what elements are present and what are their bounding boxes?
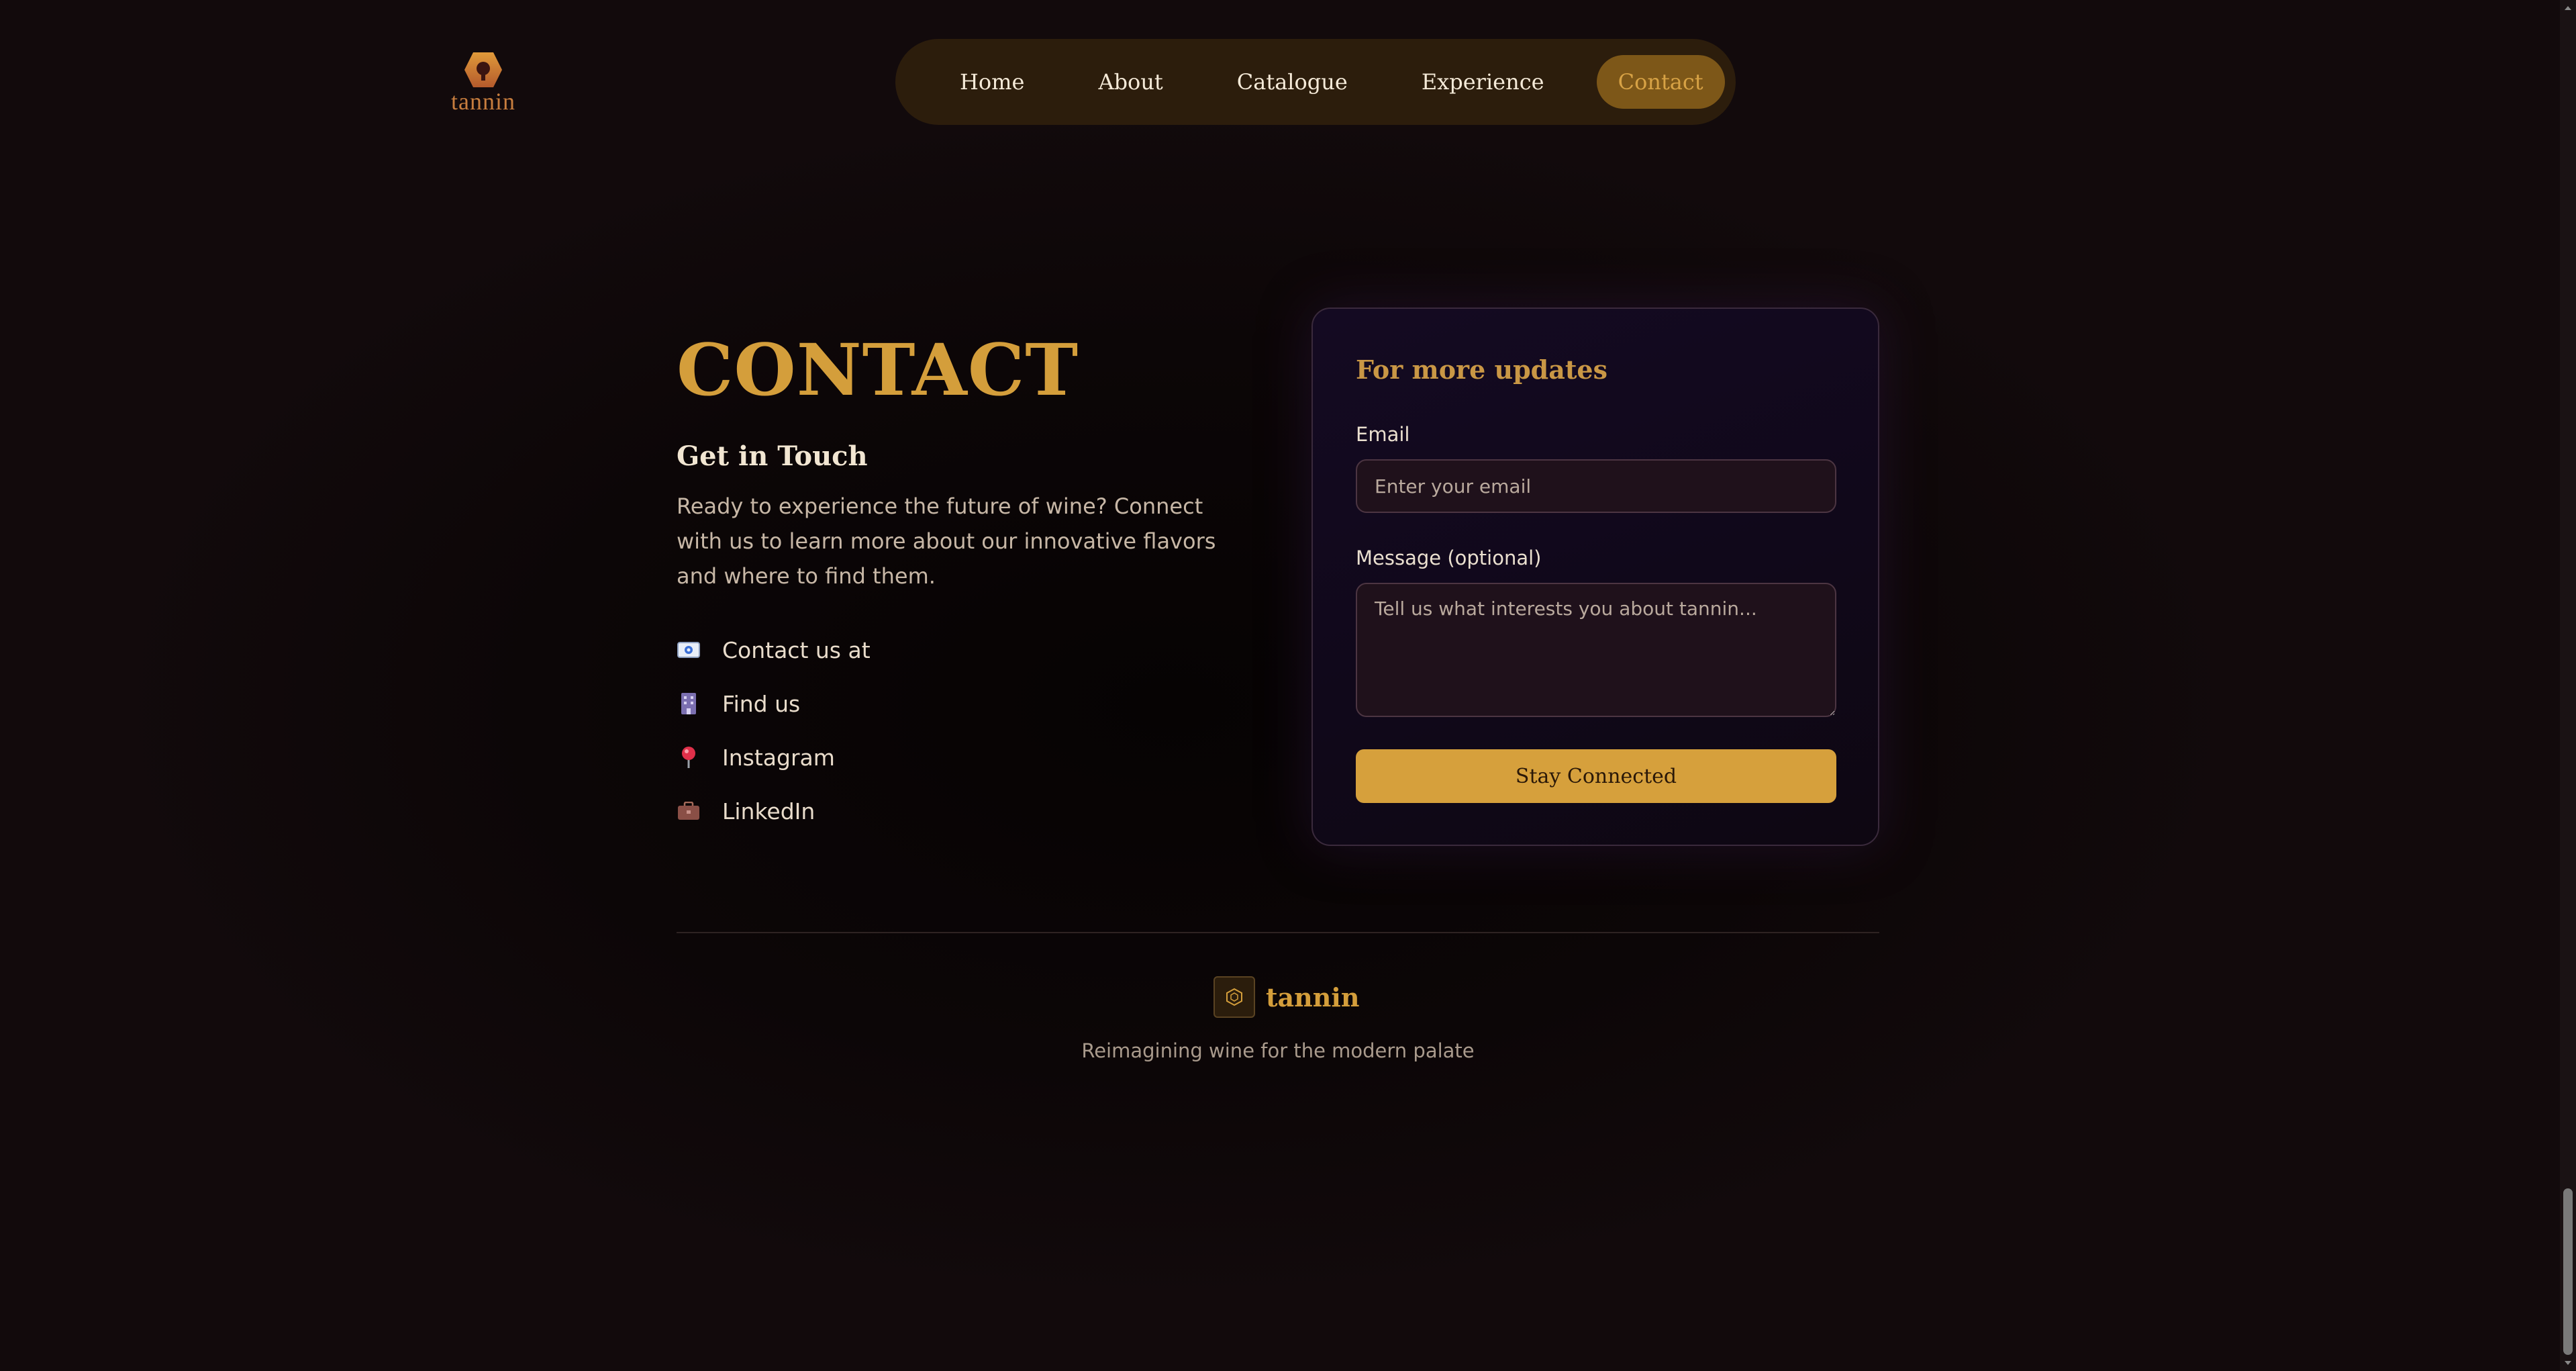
footer-brand-name: tannin [1266,982,1360,1012]
nav-home[interactable]: Home [938,55,1046,109]
main-nav: Home About Catalogue Experience Contact [895,39,1736,125]
scroll-down-arrow-icon[interactable] [2560,1355,2576,1371]
footer-logo[interactable]: tannin [1213,976,1360,1018]
hexagon-logo-icon [1213,976,1255,1018]
email-field[interactable] [1356,459,1836,513]
nav-catalogue[interactable]: Catalogue [1216,55,1369,109]
footer-divider [677,932,1879,933]
brand-name: tannin [451,88,515,115]
intro-text: Ready to experience the future of wine? … [677,493,1216,589]
building-icon [677,692,701,716]
contact-link-label: Contact us at [722,636,871,663]
contact-link-find-us[interactable]: Find us [677,677,871,730]
nav-experience[interactable]: Experience [1400,55,1566,109]
nav-contact[interactable]: Contact [1596,55,1725,109]
envelope-icon [677,638,701,662]
brand-logo[interactable]: tannin [448,51,518,115]
page-scrollbar[interactable] [2560,0,2576,1371]
scroll-up-arrow-icon[interactable] [2560,0,2576,16]
form-title: For more updates [1356,354,1607,385]
section-subtitle: Get in Touch [677,440,868,472]
hexagon-logo-icon [464,52,502,87]
contact-link-email[interactable]: Contact us at [677,623,871,677]
contact-link-label: Instagram [722,744,835,771]
message-label: Message (optional) [1356,547,1542,569]
contact-link-instagram[interactable]: Instagram [677,730,871,784]
pin-icon [677,745,701,769]
nav-about[interactable]: About [1077,55,1184,109]
contact-links: Contact us at Find us Instagram LinkedIn [677,623,871,838]
briefcase-icon [677,799,701,823]
contact-link-linkedin[interactable]: LinkedIn [677,784,871,838]
footer-tagline: Reimagining wine for the modern palate [1081,1039,1475,1062]
updates-form-card: For more updates Email Message (optional… [1311,308,1879,846]
contact-link-label: Find us [722,690,801,717]
message-field[interactable] [1356,583,1836,717]
stay-connected-button[interactable]: Stay Connected [1356,749,1836,803]
page-title: CONTACT [677,328,1079,412]
email-label: Email [1356,423,1410,446]
contact-link-label: LinkedIn [722,798,815,824]
scrollbar-thumb[interactable] [2563,1188,2573,1355]
